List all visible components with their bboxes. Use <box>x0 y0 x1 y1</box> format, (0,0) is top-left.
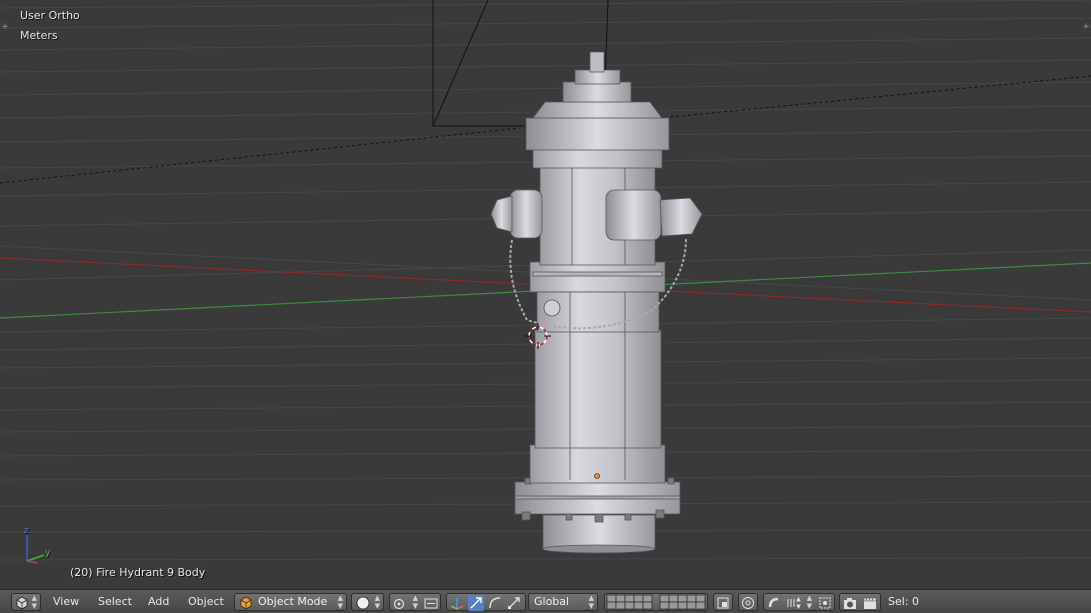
axis-gizmo <box>26 535 45 564</box>
viewport-scene[interactable] <box>0 0 1091 589</box>
manipulator-axes-icon[interactable] <box>449 595 465 611</box>
render-buttons <box>839 593 881 611</box>
pivot-point-icon <box>393 598 405 610</box>
selection-count: Sel: 0 <box>888 595 920 608</box>
rotate-arc-icon[interactable] <box>487 595 503 611</box>
scale-arrow-icon[interactable] <box>506 595 522 611</box>
3d-view-cube-icon <box>16 596 28 610</box>
menu-select[interactable]: Select <box>98 595 132 608</box>
manipulator-group <box>446 593 526 611</box>
menu-view[interactable]: View <box>53 595 79 608</box>
layer-buttons[interactable] <box>604 593 708 611</box>
region-expand-left-icon[interactable]: + <box>1 22 9 32</box>
orientation-label: Global <box>534 595 570 608</box>
render-camera-icon[interactable] <box>842 595 858 611</box>
transform-orientation-dropdown[interactable]: Global ▲ ▼ <box>528 593 598 611</box>
mode-label: Object Mode <box>258 595 328 608</box>
lock-camera-layers-button[interactable] <box>713 593 733 611</box>
3d-viewport[interactable]: User Ortho Meters (20) Fire Hydrant 9 Bo… <box>0 0 1091 589</box>
snap-target-icon[interactable] <box>817 595 833 611</box>
translate-arrow-icon[interactable] <box>468 595 484 611</box>
manipulate-center-icon[interactable] <box>423 595 439 611</box>
lock-layer-icon <box>717 597 729 609</box>
viewport-shading-button[interactable]: ▲ ▼ <box>351 593 384 611</box>
region-expand-right-icon[interactable]: + <box>1082 22 1090 32</box>
layer-grid-icon <box>606 594 706 610</box>
axis-label-y: y <box>45 548 51 558</box>
snap-magnet-icon[interactable] <box>766 595 782 611</box>
pivot-point-button[interactable]: ▲ ▼ <box>389 593 441 611</box>
view-name-label: User Ortho <box>20 9 80 22</box>
3d-view-header: ▲ ▼ View Select Add Object Object Mode ▲ ▼… <box>0 589 1091 613</box>
proportional-edit-icon <box>742 597 754 609</box>
mode-dropdown[interactable]: Object Mode ▲ ▼ <box>234 593 347 611</box>
units-label: Meters <box>20 29 58 42</box>
editor-type-button[interactable]: ▲ ▼ <box>11 593 41 611</box>
menu-object[interactable]: Object <box>188 595 224 608</box>
object-origin-dot <box>594 473 600 479</box>
solid-sphere-icon <box>356 596 370 610</box>
render-clapper-icon[interactable] <box>862 595 878 611</box>
proportional-editing-button[interactable] <box>738 593 758 611</box>
menu-add[interactable]: Add <box>148 595 169 608</box>
object-mode-cube-icon <box>240 596 252 610</box>
object-info-label: (20) Fire Hydrant 9 Body <box>70 566 206 579</box>
snap-element-icon[interactable] <box>786 595 802 611</box>
snap-group: ▲ ▼ <box>763 593 835 611</box>
axis-label-z: z <box>24 526 29 536</box>
